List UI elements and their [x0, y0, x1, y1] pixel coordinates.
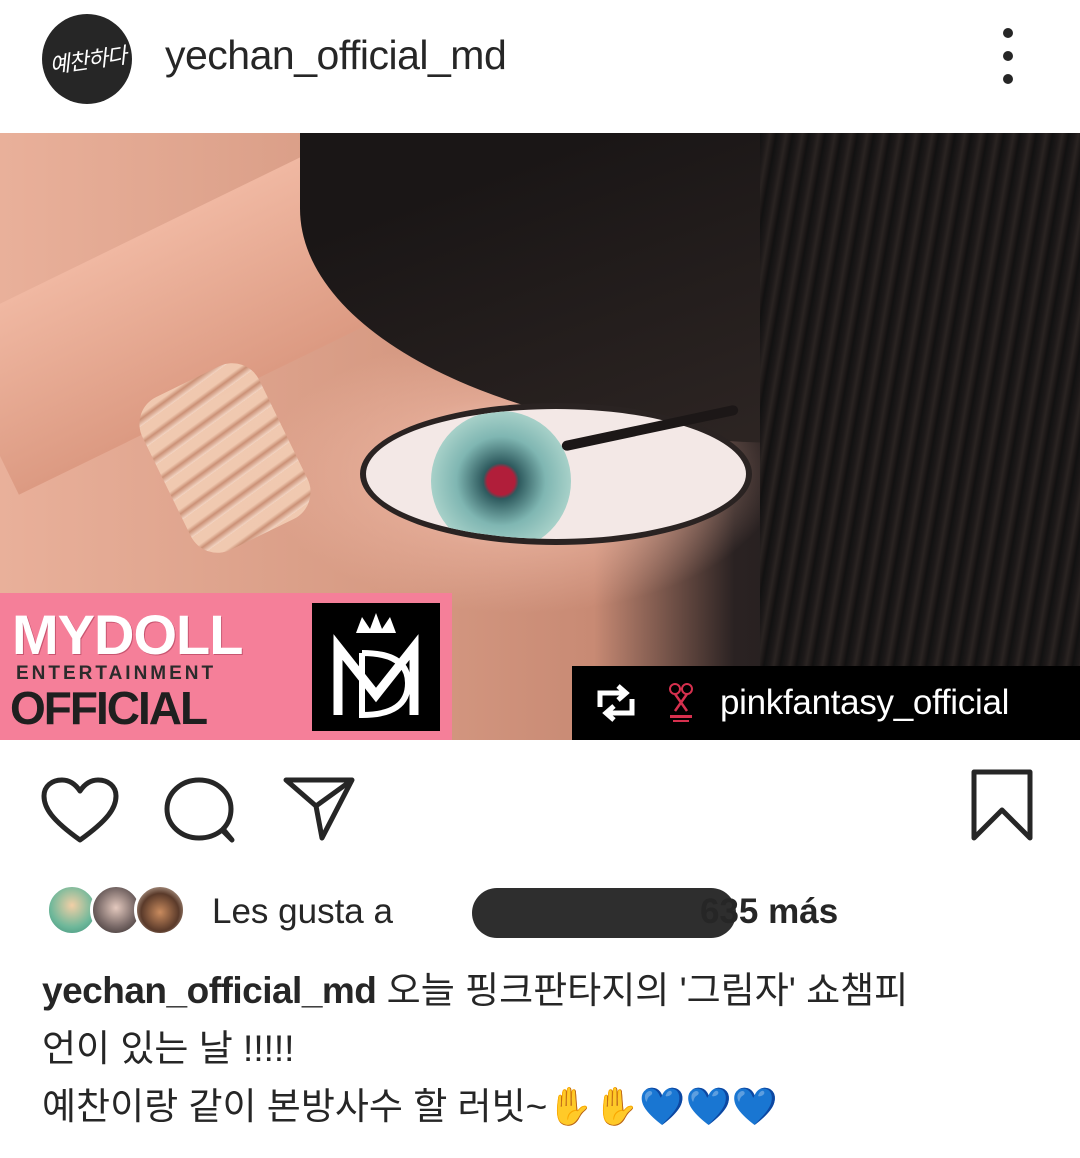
- more-options-icon[interactable]: [990, 28, 1026, 84]
- brand-overlay: MYDOLL ENTERTAINMENT OFFICIAL: [0, 593, 452, 740]
- iris-shape: [431, 411, 571, 539]
- likes-prefix: Les gusta a: [212, 892, 393, 931]
- send-icon[interactable]: [280, 772, 360, 846]
- caption-text-2: 언이 있는 날 !!!!!: [42, 1028, 295, 1069]
- eye-shape: [360, 403, 752, 545]
- caption-line-1: yechan_official_md 오늘 핑크판타지의 '그림자' 쇼챔피: [42, 962, 1042, 1020]
- liker-avatar-3[interactable]: [134, 884, 186, 936]
- caption-username[interactable]: yechan_official_md: [42, 970, 377, 1011]
- likes-count[interactable]: 635 más: [700, 892, 838, 932]
- brand-official: OFFICIAL: [10, 682, 208, 734]
- brand-title: MYDOLL: [12, 603, 243, 666]
- repost-icon: [597, 684, 635, 722]
- hair-strands: [760, 133, 1080, 740]
- heart-icon[interactable]: [40, 776, 120, 846]
- caption-emojis: ✋✋💙💙💙: [547, 1086, 778, 1127]
- redacted-username: [472, 888, 736, 938]
- caption-text-1: 오늘 핑크판타지의 '그림자' 쇼챔피: [376, 970, 909, 1011]
- post-header: 예찬하다 yechan_official_md: [0, 0, 1080, 118]
- repost-bar: pinkfantasy_official: [572, 666, 1080, 740]
- profile-avatar[interactable]: 예찬하다: [42, 14, 132, 104]
- caption-line-3: 예찬이랑 같이 본방사수 할 러빗~✋✋💙💙💙: [42, 1078, 1042, 1136]
- pinkfantasy-logo-icon: [669, 683, 693, 722]
- likes-row[interactable]: Les gusta a 635 más: [46, 880, 1046, 944]
- repost-username[interactable]: pinkfantasy_official: [720, 683, 1009, 723]
- caption-text-3: 예찬이랑 같이 본방사수 할 러빗~: [42, 1086, 548, 1127]
- mydoll-logo-icon: [312, 603, 440, 731]
- bookmark-icon[interactable]: [966, 768, 1038, 844]
- header-username[interactable]: yechan_official_md: [165, 32, 507, 79]
- avatar-text: 예찬하다: [47, 43, 128, 80]
- comment-icon[interactable]: [160, 774, 240, 846]
- post-image[interactable]: MYDOLL ENTERTAINMENT OFFICIAL pinkfantas…: [0, 133, 1080, 740]
- post-caption: yechan_official_md 오늘 핑크판타지의 '그림자' 쇼챔피 언…: [42, 962, 1042, 1136]
